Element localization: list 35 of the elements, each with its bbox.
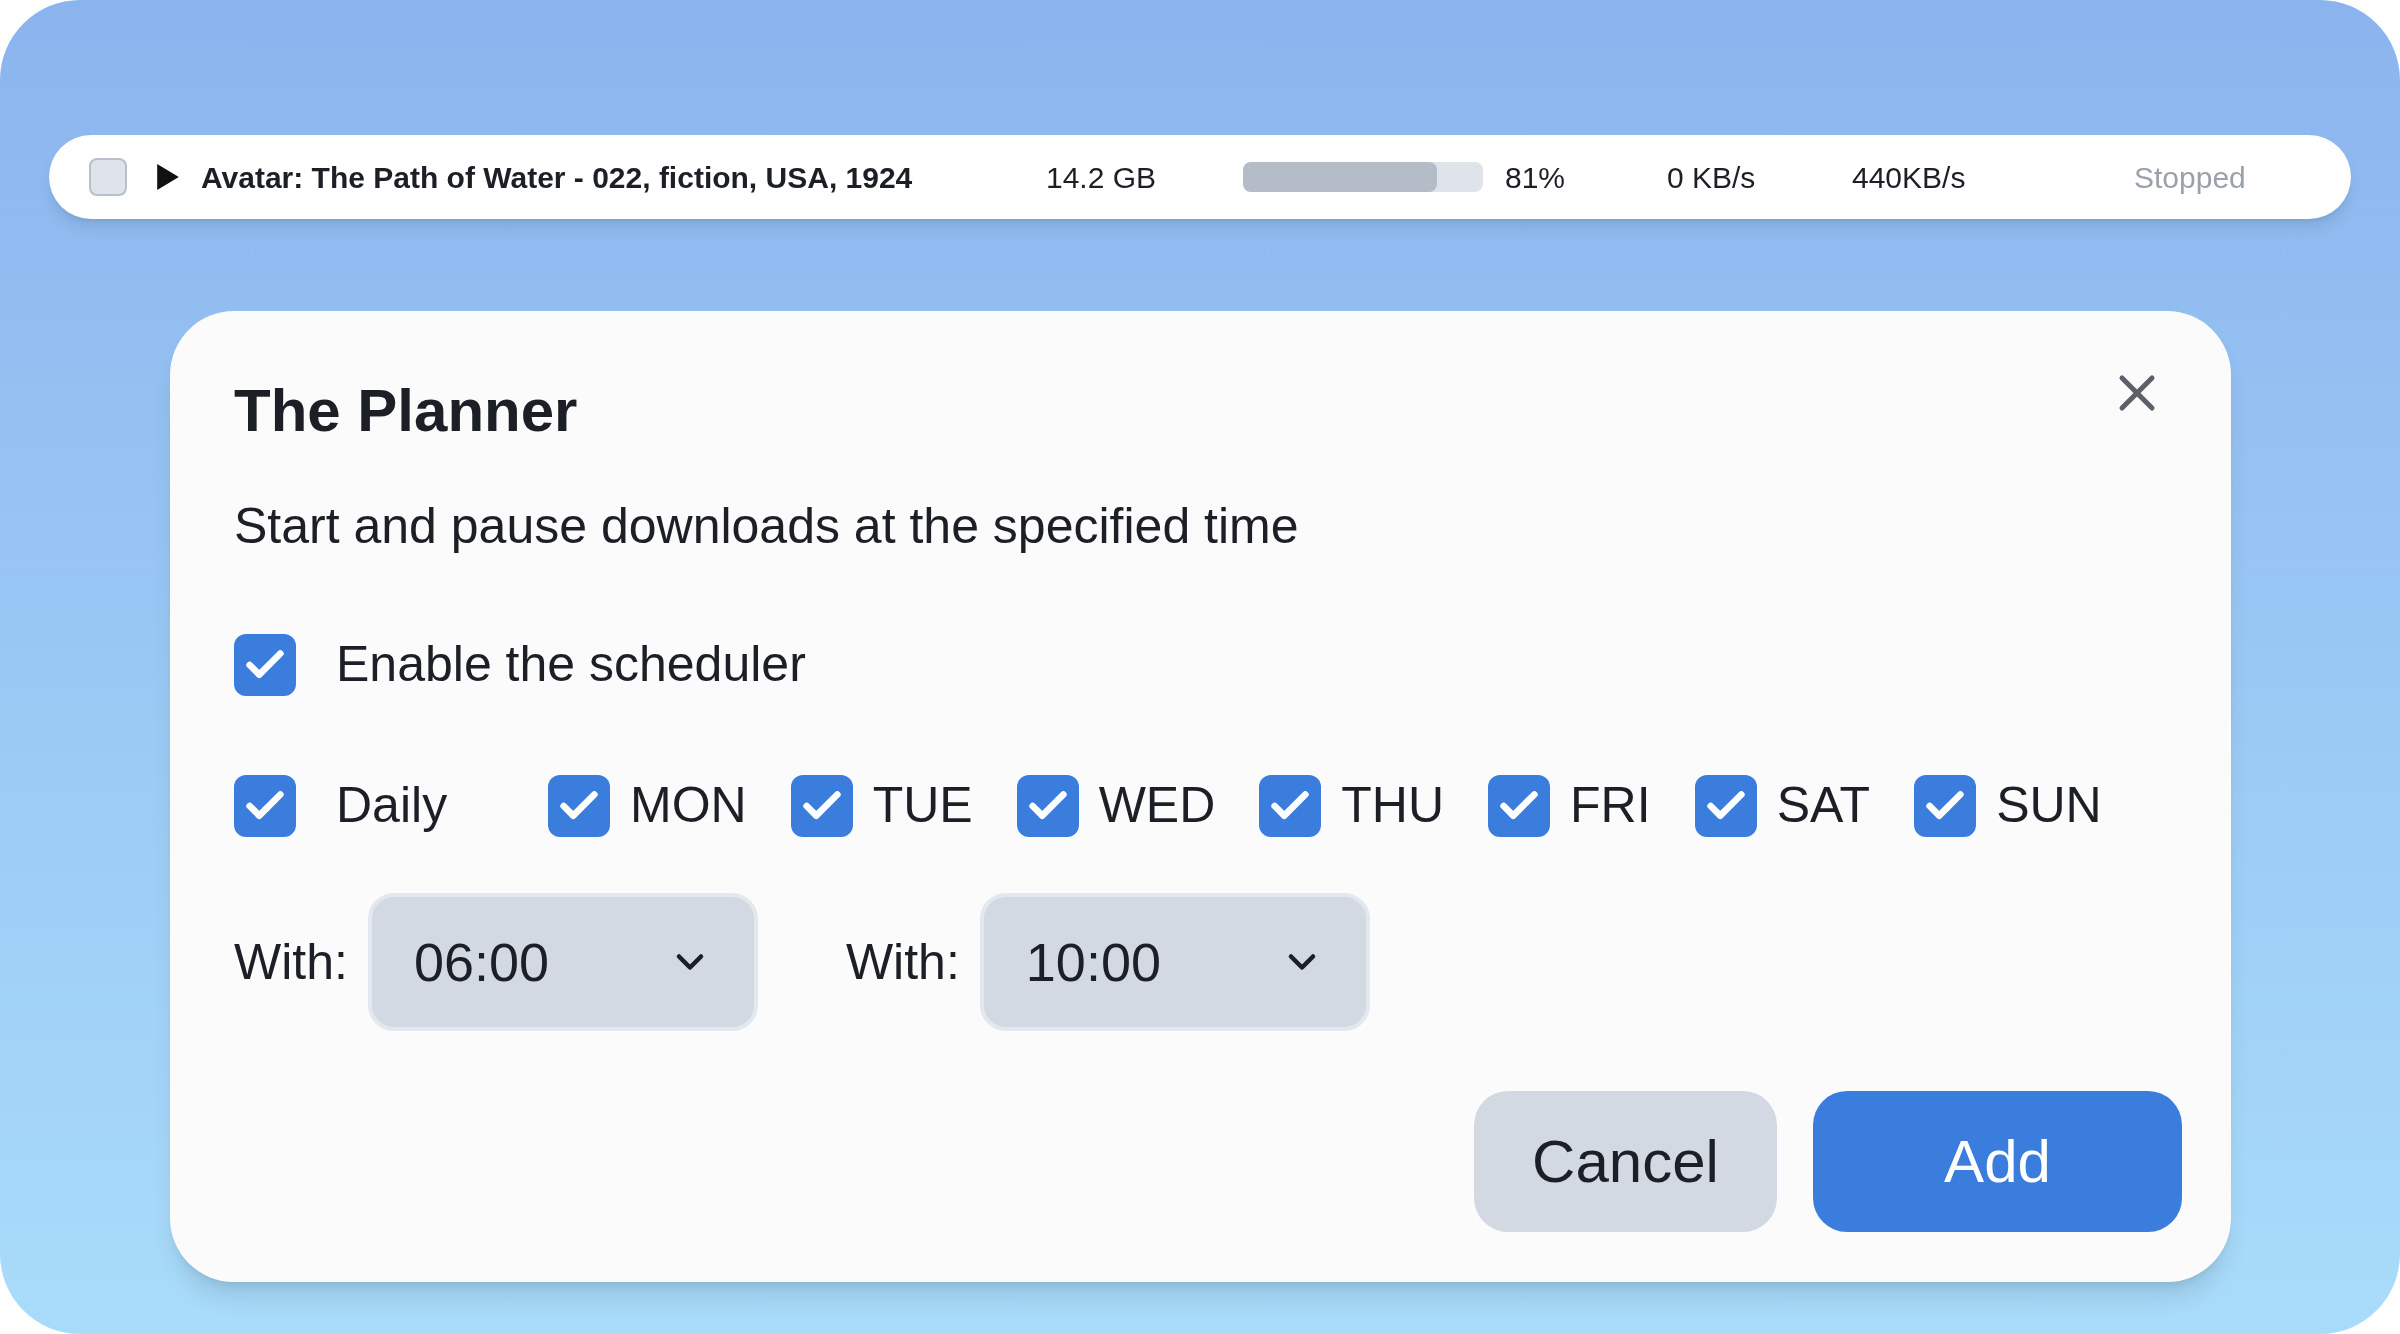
day-label: THU [1341, 776, 1445, 835]
progress-percent: 81% [1505, 159, 1567, 196]
checkbox[interactable] [1694, 774, 1757, 837]
dialog-title: The Planner [234, 381, 578, 441]
checkbox[interactable] [1914, 774, 1977, 837]
day-label: Daily [336, 776, 448, 835]
checkbox-label: Enable the scheduler [336, 635, 806, 694]
download-row[interactable]: Avatar: The Path of Water - 022, fiction, USA, 1924 14.2 GB 81% 0 KB/s 440KB/s Stopped [49, 135, 2351, 219]
torrent-title: Avatar: The Path of Water - 022, fiction, USA, 1924 [201, 159, 914, 196]
day-label: TUE [872, 776, 973, 835]
checkbox[interactable] [790, 774, 853, 837]
checkbox[interactable] [234, 774, 296, 837]
day-label: FRI [1570, 776, 1651, 835]
play-icon[interactable] [157, 164, 179, 190]
time-select[interactable]: 10:00 [979, 893, 1370, 1031]
day-label: SAT [1776, 776, 1871, 835]
day-label: WED [1098, 776, 1216, 835]
checkbox[interactable] [1259, 774, 1322, 837]
day-label: MON [630, 776, 747, 835]
row-checkbox[interactable] [89, 158, 127, 196]
day-label: SUN [1996, 776, 2102, 835]
checkbox[interactable] [234, 633, 296, 696]
status-text: Stopped [2134, 159, 2246, 196]
cancel-button[interactable]: Cancel [1474, 1091, 1777, 1232]
add-button[interactable]: Add [1813, 1091, 2182, 1232]
file-size: 14.2 GB [1046, 159, 1158, 196]
download-speed: 0 KB/s [1667, 159, 1757, 196]
checkbox[interactable] [1488, 774, 1551, 837]
time-select[interactable]: 06:00 [367, 893, 758, 1031]
upload-speed: 440KB/s [1852, 159, 1967, 196]
time-label: With: [234, 932, 348, 992]
checkbox[interactable] [548, 774, 610, 837]
time-label: With: [845, 932, 960, 992]
dialog-description: Start and pause downloads at the specified time [234, 501, 1300, 551]
checkbox[interactable] [1016, 774, 1079, 837]
